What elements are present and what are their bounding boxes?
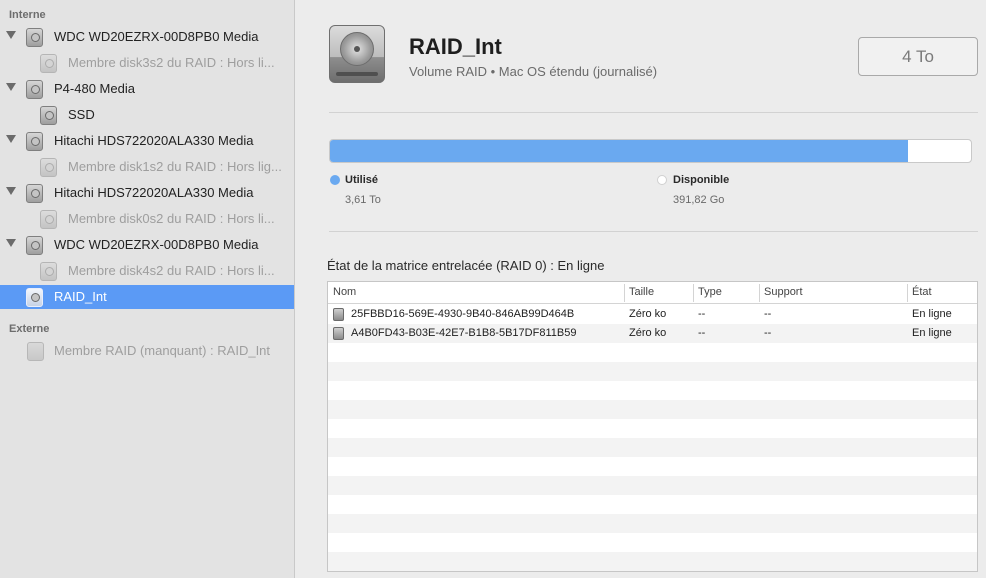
cell-size: Zéro ko [629, 308, 667, 320]
table-row[interactable]: 25FBBD16-569E-4930-9B40-846AB99D464B Zéro… [328, 305, 977, 324]
sidebar-item-label: SSD [68, 107, 95, 122]
hard-disk-icon [40, 54, 57, 73]
disk-icon [333, 327, 344, 340]
sidebar-item-label: WDC WD20EZRX-00D8PB0 Media [54, 29, 259, 44]
section-title-external: Externe [9, 323, 50, 335]
disclosure-triangle-icon[interactable] [6, 135, 16, 143]
hard-disk-icon [26, 236, 43, 255]
sidebar-item-label: P4-480 Media [54, 81, 135, 96]
cell-name: 25FBBD16-569E-4930-9B40-846AB99D464B [351, 308, 575, 320]
column-header-size[interactable]: Taille [629, 286, 654, 298]
table-empty-row [328, 400, 977, 419]
table-header: Nom Taille Type Support État [328, 282, 977, 304]
sidebar-item-disk[interactable]: P4-480 Media [0, 77, 294, 101]
table-empty-row [328, 495, 977, 514]
sidebar-item-volume[interactable]: Membre disk1s2 du RAID : Hors lig... [0, 155, 294, 179]
table-empty-row [328, 457, 977, 476]
sidebar-item-volume[interactable]: Membre disk0s2 du RAID : Hors li... [0, 207, 294, 231]
divider [329, 112, 978, 113]
raid-volume-icon [26, 288, 43, 307]
sidebar-item-external-raid-member[interactable]: Membre RAID (manquant) : RAID_Int [0, 339, 294, 363]
sidebar-item-label: Membre disk4s2 du RAID : Hors li... [68, 263, 275, 278]
sidebar-item-label: Membre RAID (manquant) : RAID_Int [54, 343, 271, 358]
cell-state: En ligne [912, 327, 952, 339]
hard-disk-icon [329, 25, 385, 83]
sidebar-item-disk[interactable]: WDC WD20EZRX-00D8PB0 Media [0, 233, 294, 257]
table-empty-row [328, 476, 977, 495]
free-label: Disponible [673, 174, 730, 186]
table-empty-row [328, 362, 977, 381]
section-title-internal: Interne [9, 9, 46, 21]
sidebar-item-disk[interactable]: RAID_Int [0, 285, 294, 309]
cell-type: -- [698, 327, 706, 339]
table-empty-row [328, 381, 977, 400]
sidebar-item-label: Membre disk3s2 du RAID : Hors li... [68, 55, 275, 70]
capacity-badge: 4 To [858, 37, 978, 76]
raid-members-table[interactable]: Nom Taille Type Support État 25FBBD16-56… [327, 281, 978, 572]
cell-state: En ligne [912, 308, 952, 320]
column-header-support[interactable]: Support [764, 286, 803, 298]
cell-size: Zéro ko [629, 327, 667, 339]
divider [329, 231, 978, 232]
hard-disk-icon [26, 80, 43, 99]
hard-disk-icon [40, 106, 57, 125]
sidebar-item-disk[interactable]: Hitachi HDS722020ALA330 Media [0, 129, 294, 153]
disk-icon [333, 308, 344, 321]
hard-disk-icon [26, 28, 43, 47]
used-value: 3,61 To [345, 194, 381, 206]
free-value: 391,82 Go [673, 194, 725, 206]
free-legend-dot [657, 175, 667, 185]
cell-support: -- [764, 308, 772, 320]
sidebar-item-label: Membre disk1s2 du RAID : Hors lig... [68, 159, 282, 174]
volume-subtitle: Volume RAID • Mac OS étendu (journalisé) [409, 64, 658, 79]
table-row[interactable]: A4B0FD43-B03E-42E7-B1B8-5B17DF811B59 Zéro… [328, 324, 977, 343]
hard-disk-icon [40, 210, 57, 229]
table-empty-row [328, 419, 977, 438]
sidebar-item-volume[interactable]: Membre disk4s2 du RAID : Hors li... [0, 259, 294, 283]
table-empty-row [328, 343, 977, 362]
sidebar-item-label: Hitachi HDS722020ALA330 Media [54, 133, 254, 148]
hard-disk-icon [40, 158, 57, 177]
sidebar-item-volume[interactable]: Membre disk3s2 du RAID : Hors li... [0, 51, 294, 75]
table-empty-row [328, 552, 977, 571]
disclosure-triangle-icon[interactable] [6, 239, 16, 247]
disclosure-triangle-icon[interactable] [6, 31, 16, 39]
disclosure-triangle-icon[interactable] [6, 187, 16, 195]
column-header-type[interactable]: Type [698, 286, 722, 298]
raid-matrix-state: État de la matrice entrelacée (RAID 0) :… [327, 258, 605, 273]
volume-title: RAID_Int [409, 34, 502, 59]
used-label: Utilisé [345, 174, 379, 186]
sidebar-item-label: WDC WD20EZRX-00D8PB0 Media [54, 237, 259, 252]
column-header-name[interactable]: Nom [333, 286, 356, 298]
sidebar-item-label: Membre disk0s2 du RAID : Hors li... [68, 211, 275, 226]
column-header-state[interactable]: État [912, 286, 932, 298]
sidebar-item-disk[interactable]: WDC WD20EZRX-00D8PB0 Media [0, 25, 294, 49]
cell-type: -- [698, 308, 706, 320]
sidebar-item-volume[interactable]: SSD [0, 103, 294, 127]
main-panel: RAID_Int Volume RAID • Mac OS étendu (jo… [296, 0, 986, 578]
used-legend-dot [330, 175, 340, 185]
cell-name: A4B0FD43-B03E-42E7-B1B8-5B17DF811B59 [351, 327, 577, 339]
sidebar: Interne WDC WD20EZRX-00D8PB0 Media Membre… [0, 0, 295, 578]
hard-disk-icon [40, 262, 57, 281]
hard-disk-icon [26, 184, 43, 203]
cell-support: -- [764, 327, 772, 339]
external-disk-icon [27, 342, 44, 361]
disclosure-triangle-icon[interactable] [6, 83, 16, 91]
usage-bar-used-fill [330, 140, 909, 162]
usage-bar [329, 139, 972, 163]
sidebar-item-label: RAID_Int [54, 289, 107, 304]
sidebar-item-disk[interactable]: Hitachi HDS722020ALA330 Media [0, 181, 294, 205]
table-empty-row [328, 438, 977, 457]
sidebar-item-label: Hitachi HDS722020ALA330 Media [54, 185, 254, 200]
table-empty-row [328, 533, 977, 552]
table-empty-row [328, 514, 977, 533]
hard-disk-icon [26, 132, 43, 151]
